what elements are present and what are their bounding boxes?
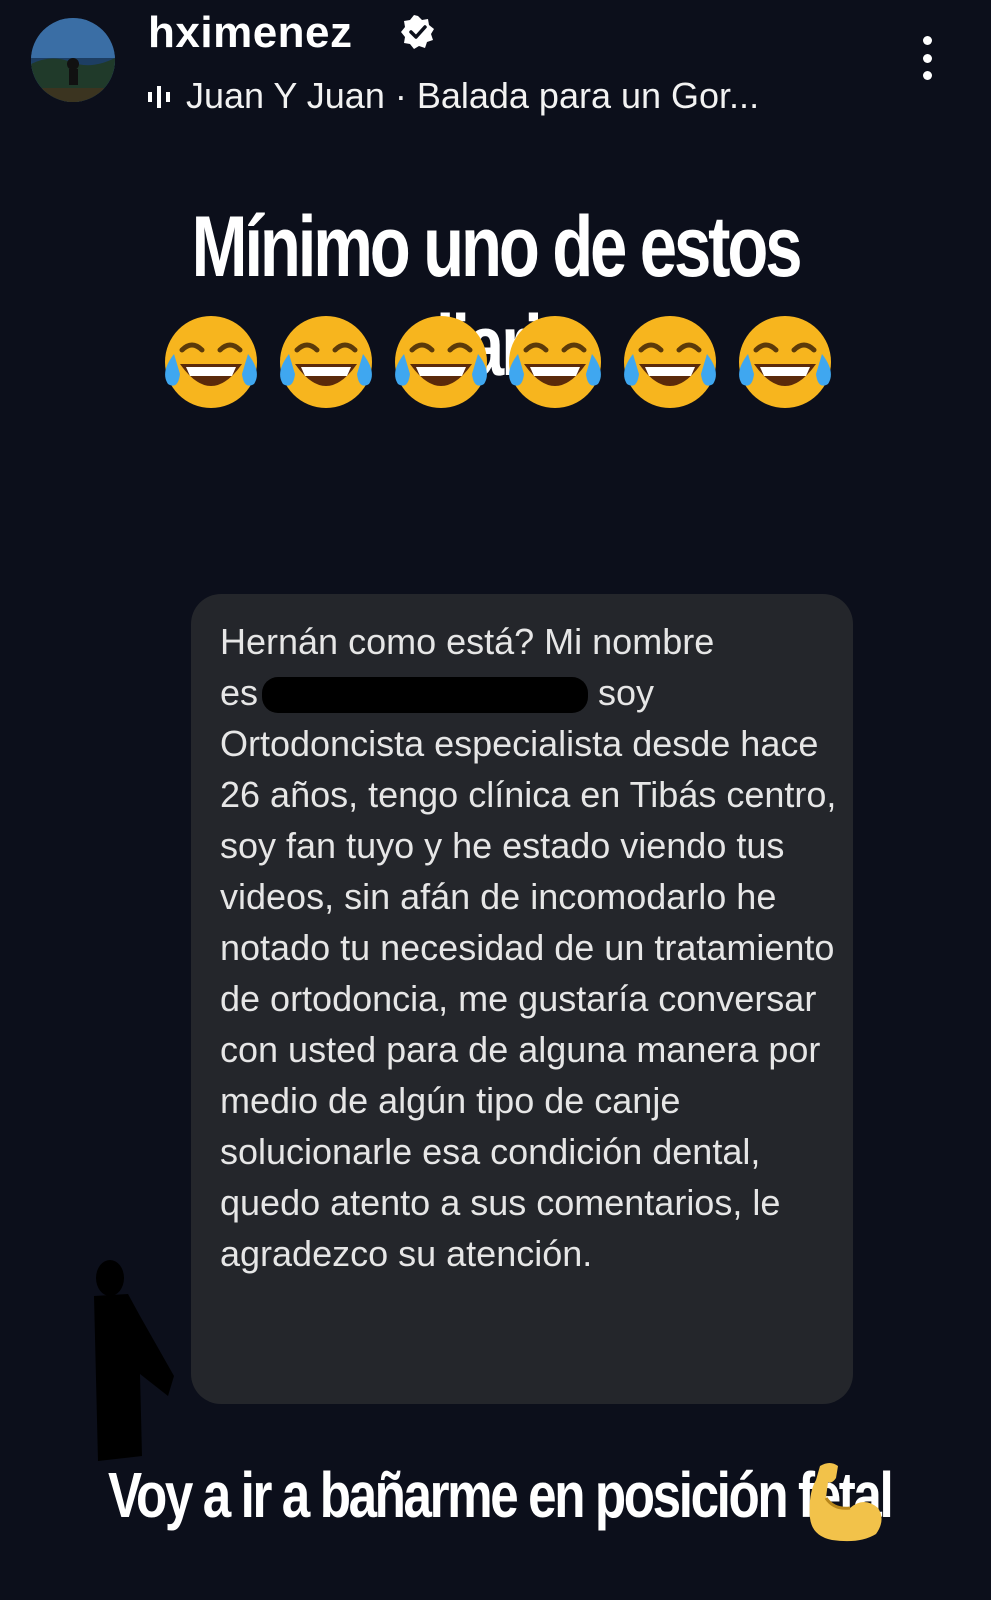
joy-emoji-icon: [394, 316, 487, 408]
music-label[interactable]: Juan Y Juan · Balada para un Gor...: [148, 74, 759, 118]
joy-emoji-icon: [509, 316, 602, 408]
music-track-text: Juan Y Juan · Balada para un Gor...: [186, 75, 760, 116]
footer-caption: Voy a ir a bañarme en posición fetal: [108, 1459, 894, 1531]
person-silhouette-icon: [94, 1260, 174, 1461]
story-header: hximenez Juan Y Juan · Balada para un Go…: [0, 0, 991, 130]
message-line-2-end: soy: [598, 672, 655, 713]
message-bubble: Hernán como está? Mi nombre es soy Ortodo…: [191, 594, 853, 1404]
joy-emoji-icon: [738, 316, 831, 408]
flexed-biceps-icon: [809, 1463, 882, 1542]
username[interactable]: hximenez: [148, 8, 353, 58]
joy-emoji-icon: [165, 316, 257, 408]
emoji-row: [158, 312, 838, 412]
avatar-image: [31, 18, 115, 102]
joy-emoji-icon: [624, 316, 717, 408]
message-body: Ortodoncista especialista desde hace 26 …: [220, 723, 837, 1274]
message-text: Hernán como está? Mi nombre es soy Ortodo…: [220, 616, 840, 1279]
avatar[interactable]: [31, 18, 115, 102]
more-options-icon[interactable]: [912, 36, 942, 80]
audio-bars-icon: [148, 86, 170, 108]
verified-badge-icon: [401, 15, 434, 49]
redaction-bar: [262, 677, 589, 714]
joy-emoji-icon: [279, 316, 372, 408]
message-line-1: Hernán como está? Mi nombre: [220, 621, 715, 662]
message-line-2-start: es: [220, 672, 259, 713]
